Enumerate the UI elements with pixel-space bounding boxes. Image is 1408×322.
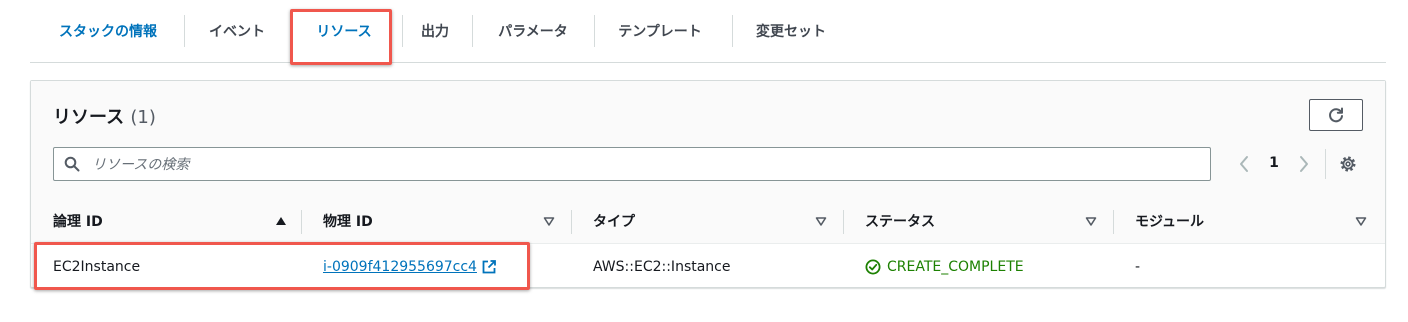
tab-events-label: イベント <box>209 24 265 40</box>
gear-icon[interactable] <box>1339 155 1357 173</box>
column-divider[interactable] <box>301 210 302 234</box>
external-link-icon[interactable] <box>481 259 497 275</box>
module-cell: - <box>1135 259 1141 275</box>
sort-toggle-icon[interactable] <box>543 215 555 227</box>
tab-parameters[interactable]: パラメータ <box>488 14 578 48</box>
tab-divider <box>290 15 291 47</box>
column-header-status[interactable]: ステータス <box>865 211 935 231</box>
panel-title-text: リソース <box>53 107 125 128</box>
next-page-icon[interactable] <box>1297 155 1311 173</box>
tab-divider <box>472 15 473 47</box>
column-divider[interactable] <box>843 210 844 234</box>
search-input[interactable] <box>90 148 1204 182</box>
resource-search <box>53 147 1211 182</box>
tab-divider <box>184 15 185 47</box>
tab-outputs[interactable]: 出力 <box>410 14 460 48</box>
tab-events[interactable]: イベント <box>202 14 272 48</box>
table-divider <box>31 243 1385 244</box>
current-page-number[interactable]: 1 <box>1267 155 1281 171</box>
column-divider[interactable] <box>1113 210 1114 234</box>
tab-stack-info-label: スタックの情報 <box>59 24 157 40</box>
tab-stack-info[interactable]: スタックの情報 <box>50 14 166 48</box>
column-header-physical-id[interactable]: 物理 ID <box>323 211 373 231</box>
previous-page-icon[interactable] <box>1237 155 1251 173</box>
sort-ascending-icon[interactable] <box>275 215 287 227</box>
status-cell: CREATE_COMPLETE <box>865 257 1024 277</box>
column-header-logical-id[interactable]: 論理 ID <box>53 211 103 231</box>
success-check-icon <box>865 259 881 275</box>
physical-id-cell: i-0909f412955697cc4 <box>323 257 497 277</box>
column-header-module[interactable]: モジュール <box>1135 211 1204 231</box>
panel-title: リソース (1) <box>53 103 156 129</box>
tab-parameters-label: パラメータ <box>498 24 568 40</box>
tab-resources[interactable]: リソース <box>302 14 386 48</box>
logical-id-cell: EC2Instance <box>53 259 141 275</box>
tab-divider <box>732 15 733 47</box>
type-cell: AWS::EC2::Instance <box>593 259 731 275</box>
tab-resources-label: リソース <box>316 24 372 40</box>
refresh-icon <box>1329 107 1343 123</box>
tab-change-sets[interactable]: 変更セット <box>746 14 836 48</box>
tab-divider <box>402 15 403 47</box>
sort-toggle-icon[interactable] <box>815 215 827 227</box>
sort-toggle-icon[interactable] <box>1355 215 1367 227</box>
tab-divider <box>594 15 595 47</box>
tab-template-label: テンプレート <box>618 24 702 40</box>
pager-divider <box>1325 149 1326 179</box>
refresh-button[interactable] <box>1309 99 1363 131</box>
column-divider[interactable] <box>571 210 572 234</box>
tab-template[interactable]: テンプレート <box>610 14 710 48</box>
tab-change-sets-label: 変更セット <box>756 24 826 40</box>
search-icon <box>64 156 80 172</box>
sort-toggle-icon[interactable] <box>1085 215 1097 227</box>
stack-detail-tabs: スタックの情報 イベント リソース 出力 パラメータ テンプレート 変更セット <box>30 0 1386 63</box>
resources-panel: リソース (1) 1 論理 ID 物理 ID タイプ <box>30 80 1386 288</box>
tab-outputs-label: 出力 <box>421 24 449 40</box>
physical-id-link[interactable]: i-0909f412955697cc4 <box>323 259 477 275</box>
column-header-type[interactable]: タイプ <box>593 211 635 231</box>
status-text: CREATE_COMPLETE <box>887 259 1024 275</box>
resource-count: (1) <box>130 107 156 128</box>
